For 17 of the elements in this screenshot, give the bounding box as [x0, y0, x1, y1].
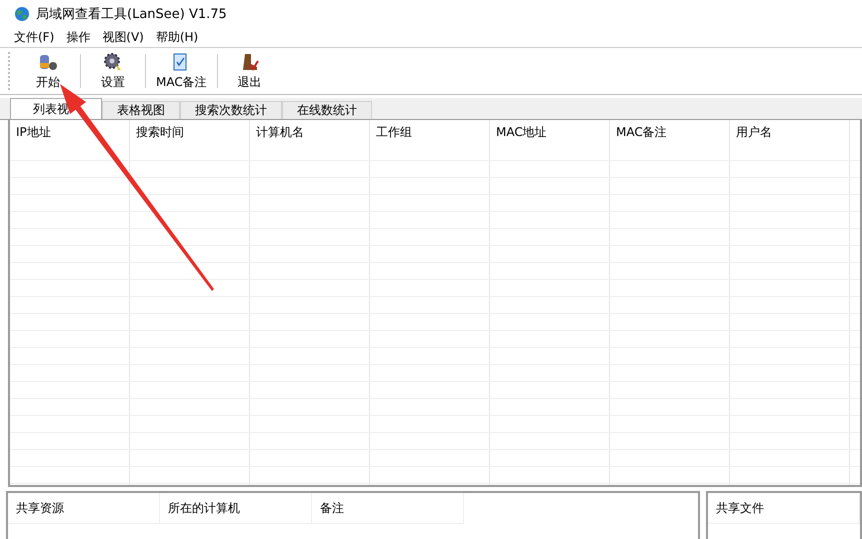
- tab[interactable]: 表格视图: [102, 101, 180, 119]
- menu-item[interactable]: 操作: [60, 28, 96, 46]
- toolbar-button[interactable]: 设置: [81, 48, 145, 94]
- menu-item[interactable]: 视图(V): [96, 28, 150, 46]
- column-header[interactable]: 所在的计算机: [160, 493, 312, 524]
- menu-item[interactable]: 文件(F): [8, 28, 60, 46]
- tab[interactable]: 在线数统计: [282, 101, 372, 119]
- column-header[interactable]: 共享文件: [708, 493, 860, 524]
- toolbar-button[interactable]: MAC备注: [146, 48, 217, 94]
- tab[interactable]: 搜索次数统计: [180, 101, 282, 119]
- menu-item[interactable]: 帮助(H): [150, 28, 204, 46]
- gear-icon: [103, 52, 123, 72]
- window-title: 局域网查看工具(LanSee) V1.75: [36, 6, 227, 22]
- column-header[interactable]: 备注: [312, 493, 464, 524]
- globe-icon: [14, 6, 30, 22]
- toolbar-button[interactable]: 退出: [218, 48, 282, 94]
- column-header[interactable]: 共享资源: [8, 493, 160, 524]
